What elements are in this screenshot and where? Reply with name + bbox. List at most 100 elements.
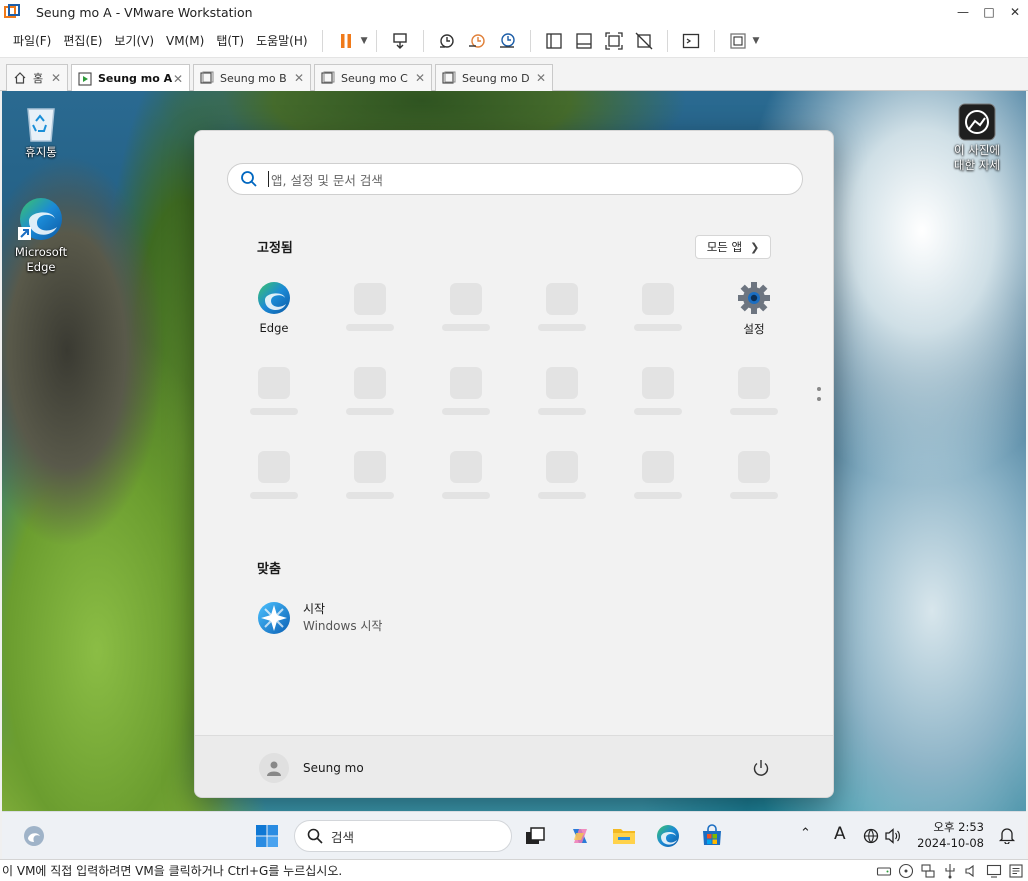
snapshot-manager-button[interactable]: [494, 28, 520, 54]
minimize-icon[interactable]: —: [950, 0, 976, 24]
snapshot-clock-icon: [439, 33, 454, 48]
taskbar-clock[interactable]: 오후 2:53 2024-10-08: [916, 819, 984, 851]
close-tab-icon[interactable]: ✕: [294, 71, 304, 85]
copilot-icon[interactable]: [568, 824, 592, 848]
pinned-placeholder-label: [538, 324, 586, 331]
start-search-box[interactable]: 앱, 설정 및 문서 검색: [227, 163, 803, 195]
pinned-placeholder-label: [346, 408, 394, 415]
user-account-button[interactable]: Seung mo: [259, 753, 364, 783]
fullscreen-icon: [604, 31, 623, 50]
pinned-placeholder-tile: [546, 451, 578, 483]
show-hidden-icons-icon[interactable]: ⌃: [800, 826, 811, 841]
task-view-icon[interactable]: [523, 824, 547, 848]
vm-icon: [442, 71, 456, 85]
toolbar-separator: [529, 29, 531, 52]
desktop-icon-label: 이 사진에: [954, 143, 1000, 157]
start-menu-footer: Seung mo: [195, 735, 833, 797]
menu-help[interactable]: 도움말(H): [250, 32, 314, 49]
send-ctrl-alt-del-button[interactable]: [387, 28, 413, 54]
network-adapter-icon[interactable]: [920, 863, 936, 879]
pinned-placeholder-label: [442, 324, 490, 331]
menu-vm[interactable]: VM(M): [160, 34, 210, 48]
tab-home[interactable]: 홈 ✕: [6, 64, 68, 91]
pinned-placeholder-label: [346, 492, 394, 499]
pinned-placeholder-label: [442, 492, 490, 499]
notification-bell-icon[interactable]: [998, 826, 1016, 845]
taskbar-search-box[interactable]: 검색: [294, 820, 512, 852]
window-titlebar: Seung mo A - VMware Workstation — □ ✕: [0, 0, 1028, 24]
show-library-button[interactable]: [541, 28, 567, 54]
close-tab-icon[interactable]: ✕: [415, 71, 425, 85]
page-indicator-dots[interactable]: [817, 387, 821, 407]
tab-label: Seung mo D: [462, 71, 530, 85]
pinned-app-edge[interactable]: Edge: [234, 281, 314, 335]
file-explorer-icon[interactable]: [612, 824, 636, 848]
pinned-placeholder-tile: [354, 367, 386, 399]
edge-icon[interactable]: [656, 824, 680, 848]
display-icon[interactable]: [986, 863, 1002, 879]
tab-seung-mo-c[interactable]: Seung mo C ✕: [314, 64, 432, 91]
microsoft-store-icon[interactable]: [700, 824, 724, 848]
tab-seung-mo-a[interactable]: Seung mo A ✕: [71, 64, 190, 92]
usb-device-icon[interactable]: [942, 863, 958, 879]
toolbar-separator: [375, 29, 377, 52]
device-status-icons: [870, 863, 1024, 879]
pause-dropdown-icon[interactable]: ▼: [361, 36, 368, 46]
tab-seung-mo-b[interactable]: Seung mo B ✕: [193, 64, 311, 91]
pinned-placeholder-label: [442, 408, 490, 415]
status-message: 이 VM에 직접 입력하려면 VM을 클릭하거나 Ctrl+G를 누르십시오.: [2, 864, 343, 878]
cd-dvd-icon[interactable]: [898, 863, 914, 879]
maximize-icon[interactable]: □: [976, 0, 1002, 24]
desktop-icon-recycle-bin[interactable]: 휴지통: [6, 103, 76, 160]
close-tab-icon[interactable]: ✕: [536, 71, 546, 85]
user-name: Seung mo: [303, 761, 364, 775]
widgets-icon[interactable]: [22, 824, 46, 848]
sound-card-icon[interactable]: [964, 863, 980, 879]
windows-start-icon[interactable]: [255, 824, 279, 848]
pinned-app-settings[interactable]: 설정: [714, 281, 794, 337]
pinned-placeholder-tile: [546, 367, 578, 399]
power-icon[interactable]: [751, 758, 771, 778]
edge-icon: [17, 195, 65, 243]
close-tab-icon[interactable]: ✕: [173, 72, 183, 86]
stretch-dropdown-icon[interactable]: ▼: [753, 36, 760, 46]
pinned-placeholder-label: [730, 492, 778, 499]
home-icon: [13, 71, 27, 85]
taskbar-search-placeholder: 검색: [331, 829, 355, 845]
desktop-icon-label: 대한 자세: [954, 158, 1000, 172]
unity-icon: [635, 32, 652, 49]
thumbnail-bar-button[interactable]: [571, 28, 597, 54]
take-snapshot-button[interactable]: [434, 28, 460, 54]
recommended-section-title: 맞춤: [257, 562, 281, 577]
pinned-placeholder-tile: [258, 451, 290, 483]
pinned-section-title: 고정됨: [257, 241, 293, 256]
unity-mode-button[interactable]: [631, 28, 657, 54]
menu-file[interactable]: 파일(F): [7, 32, 57, 49]
avatar: [259, 753, 289, 783]
menu-tabs[interactable]: 탭(T): [210, 32, 250, 49]
menu-edit[interactable]: 편집(E): [57, 32, 108, 49]
hard-disk-icon[interactable]: [876, 863, 892, 879]
recommended-item-title: 시작: [303, 602, 326, 616]
full-screen-button[interactable]: [601, 28, 627, 54]
settings-gear-icon: [737, 281, 771, 315]
console-view-button[interactable]: [678, 28, 704, 54]
pinned-placeholder-tile: [450, 451, 482, 483]
revert-snapshot-button[interactable]: [464, 28, 490, 54]
desktop-icon-edge[interactable]: Microsoft Edge: [6, 195, 76, 275]
pinned-placeholder-label: [634, 324, 682, 331]
recommended-item-get-started[interactable]: 시작 Windows 시작: [257, 601, 382, 635]
close-icon[interactable]: ✕: [1002, 0, 1028, 24]
stretch-guest-button[interactable]: [725, 28, 751, 54]
menu-view[interactable]: 보기(V): [108, 32, 160, 49]
pause-vm-button[interactable]: [333, 28, 359, 54]
all-apps-button[interactable]: 모든 앱 ❯: [695, 235, 771, 259]
message-log-icon[interactable]: [1008, 863, 1024, 879]
tab-seung-mo-d[interactable]: Seung mo D ✕: [435, 64, 553, 91]
pinned-placeholder-tile: [450, 367, 482, 399]
network-volume-icons[interactable]: [862, 824, 902, 848]
edge-icon: [257, 281, 291, 315]
close-tab-icon[interactable]: ✕: [51, 71, 61, 85]
ime-indicator[interactable]: A: [834, 824, 846, 844]
desktop-icon-learn-about-picture[interactable]: 이 사진에 대한 자세: [942, 103, 1012, 173]
